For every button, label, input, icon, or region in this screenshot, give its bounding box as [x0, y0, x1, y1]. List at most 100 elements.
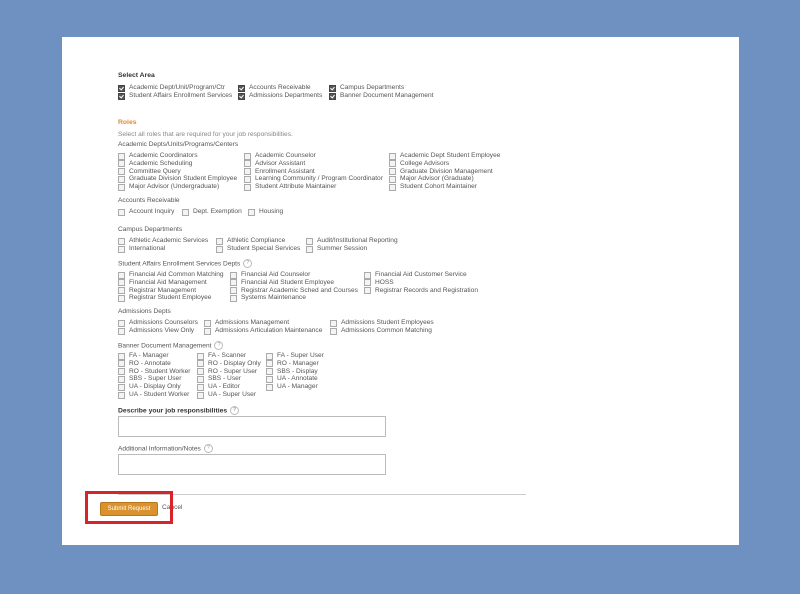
role-checkbox[interactable]: UA - Student Worker	[118, 391, 189, 399]
role-checkbox[interactable]: RO - Annotate	[118, 360, 171, 368]
checkbox[interactable]	[118, 319, 125, 327]
role-checkbox[interactable]: RO - Super User	[197, 368, 257, 376]
role-checkbox[interactable]: Major Advisor (Graduate)	[389, 175, 474, 183]
checkbox[interactable]	[118, 294, 125, 302]
checkbox[interactable]	[389, 175, 396, 183]
checkbox[interactable]	[118, 375, 125, 383]
area-option-academic[interactable]: Academic Dept/Unit/Program/Ctr	[118, 84, 225, 92]
role-checkbox[interactable]: College Advisors	[389, 160, 449, 168]
checkbox[interactable]	[244, 152, 251, 160]
checkbox[interactable]	[329, 92, 336, 100]
role-checkbox[interactable]: Registrar Management	[118, 287, 196, 295]
checkbox[interactable]	[204, 327, 211, 335]
role-checkbox[interactable]: Registrar Academic Sched and Courses	[230, 287, 358, 295]
checkbox[interactable]	[330, 319, 337, 327]
role-checkbox[interactable]: Admissions Management	[204, 319, 289, 327]
help-icon[interactable]: ?	[230, 406, 240, 415]
role-checkbox[interactable]: Financial Aid Customer Service	[364, 271, 467, 279]
checkbox[interactable]	[118, 245, 125, 253]
checkbox[interactable]	[230, 294, 237, 302]
role-checkbox[interactable]: RO - Manager	[266, 360, 319, 368]
checkbox[interactable]	[118, 391, 125, 399]
role-checkbox[interactable]: SBS - User	[197, 375, 241, 383]
checkbox[interactable]	[238, 92, 245, 100]
role-checkbox[interactable]: FA - Scanner	[197, 352, 246, 360]
checkbox[interactable]	[230, 287, 237, 295]
area-option-banner[interactable]: Banner Document Management	[329, 92, 433, 100]
checkbox[interactable]	[118, 352, 125, 360]
checkbox[interactable]	[118, 287, 125, 295]
area-option-student-affairs[interactable]: Student Affairs Enrollment Services	[118, 92, 232, 100]
checkbox[interactable]	[306, 245, 313, 253]
checkbox[interactable]	[118, 208, 125, 216]
checkbox[interactable]	[182, 208, 189, 216]
role-checkbox[interactable]: Graduate Division Management	[389, 168, 493, 176]
checkbox[interactable]	[238, 84, 245, 92]
role-dept-exemption[interactable]: Dept. Exemption	[182, 208, 242, 216]
checkbox[interactable]	[266, 352, 273, 360]
checkbox[interactable]	[204, 319, 211, 327]
checkbox[interactable]	[118, 168, 125, 176]
checkbox[interactable]	[118, 383, 125, 391]
role-checkbox[interactable]: Financial Aid Student Employee	[230, 279, 334, 287]
role-checkbox[interactable]: Academic Dept Student Employee	[389, 152, 500, 160]
checkbox[interactable]	[118, 237, 125, 245]
checkbox[interactable]	[118, 160, 125, 168]
role-checkbox[interactable]: Financial Aid Common Matching	[118, 271, 224, 279]
role-checkbox[interactable]: Major Advisor (Undergraduate)	[118, 183, 219, 191]
role-checkbox[interactable]: Financial Aid Counselor	[230, 271, 310, 279]
checkbox[interactable]	[244, 175, 251, 183]
role-checkbox[interactable]: Admissions View Only	[118, 327, 194, 335]
checkbox[interactable]	[197, 391, 204, 399]
checkbox[interactable]	[118, 152, 125, 160]
checkbox[interactable]	[118, 92, 125, 100]
checkbox[interactable]	[244, 168, 251, 176]
checkbox[interactable]	[118, 183, 125, 191]
role-checkbox[interactable]: Learning Community / Program Coordinator	[244, 175, 383, 183]
checkbox[interactable]	[364, 279, 371, 287]
role-checkbox[interactable]: HOSS	[364, 279, 394, 287]
role-checkbox[interactable]: Registrar Records and Registration	[364, 287, 478, 295]
checkbox[interactable]	[389, 183, 396, 191]
role-checkbox[interactable]: UA - Display Only	[118, 383, 181, 391]
checkbox[interactable]	[197, 352, 204, 360]
checkbox[interactable]	[197, 375, 204, 383]
checkbox[interactable]	[118, 279, 125, 287]
checkbox[interactable]	[244, 183, 251, 191]
checkbox[interactable]	[266, 360, 273, 368]
checkbox[interactable]	[216, 237, 223, 245]
role-checkbox[interactable]: Admissions Counselors	[118, 319, 198, 327]
checkbox[interactable]	[118, 175, 125, 183]
area-option-campus[interactable]: Campus Departments	[329, 84, 404, 92]
checkbox[interactable]	[389, 168, 396, 176]
help-icon[interactable]: ?	[203, 444, 213, 453]
role-checkbox[interactable]: Academic Coordinators	[118, 152, 198, 160]
area-option-admissions[interactable]: Admissions Departments	[238, 92, 322, 100]
role-checkbox[interactable]: UA - Manager	[266, 383, 318, 391]
job-responsibilities-textarea[interactable]	[118, 416, 386, 437]
checkbox[interactable]	[118, 368, 125, 376]
checkbox[interactable]	[216, 245, 223, 253]
role-checkbox[interactable]: UA - Annotate	[266, 375, 318, 383]
checkbox[interactable]	[266, 375, 273, 383]
role-checkbox[interactable]: FA - Super User	[266, 352, 324, 360]
checkbox[interactable]	[364, 287, 371, 295]
role-checkbox[interactable]: Summer Session	[306, 245, 367, 253]
role-checkbox[interactable]: RO - Display Only	[197, 360, 261, 368]
role-checkbox[interactable]: Graduate Division Student Employee	[118, 175, 237, 183]
role-checkbox[interactable]: UA - Editor	[197, 383, 240, 391]
role-checkbox[interactable]: Admissions Student Employees	[330, 319, 434, 327]
role-checkbox[interactable]: Athletic Compliance	[216, 237, 285, 245]
checkbox[interactable]	[197, 368, 204, 376]
role-checkbox[interactable]: Financial Aid Management	[118, 279, 207, 287]
checkbox[interactable]	[389, 152, 396, 160]
checkbox[interactable]	[266, 368, 273, 376]
role-checkbox[interactable]: Audit/Institutional Reporting	[306, 237, 398, 245]
checkbox[interactable]	[118, 360, 125, 368]
help-icon[interactable]: ?	[243, 259, 253, 268]
checkbox[interactable]	[244, 160, 251, 168]
role-checkbox[interactable]: Enrollment Assistant	[244, 168, 315, 176]
checkbox[interactable]	[118, 271, 125, 279]
checkbox[interactable]	[197, 383, 204, 391]
role-checkbox[interactable]: FA - Manager	[118, 352, 169, 360]
